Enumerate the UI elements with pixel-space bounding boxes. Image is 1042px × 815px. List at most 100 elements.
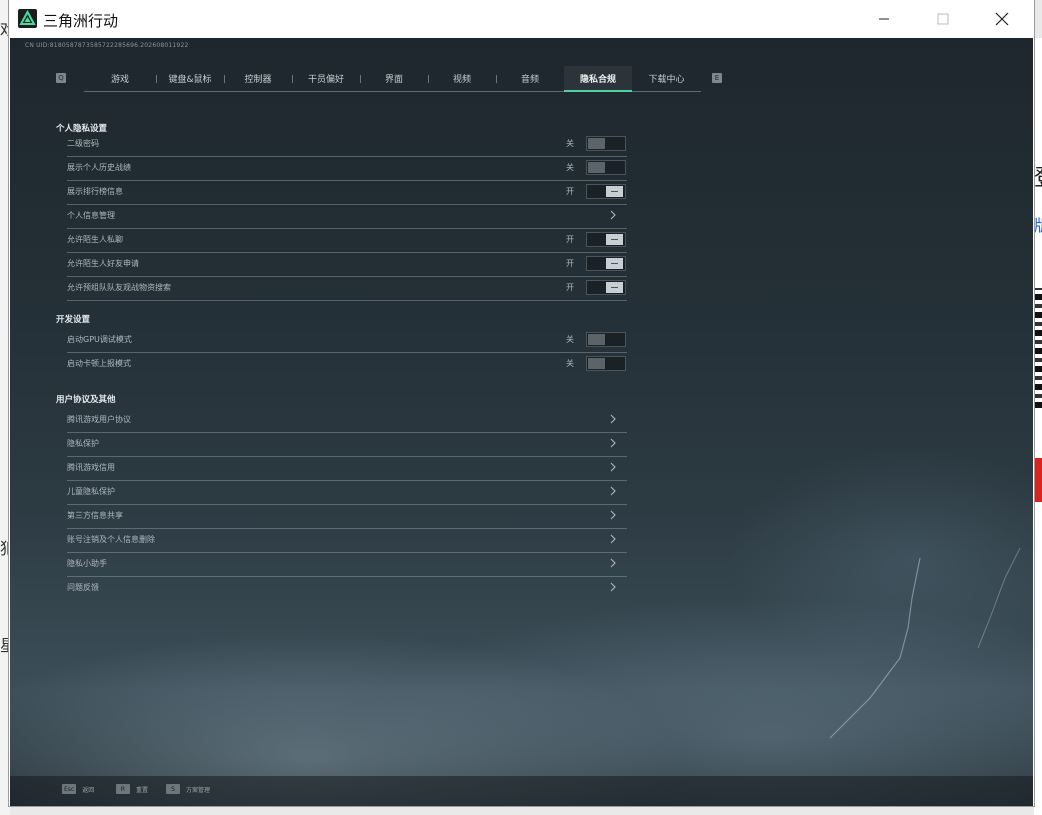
- setting-label: 展示排行榜信息: [67, 187, 123, 196]
- chevron-right-icon: [610, 462, 616, 472]
- hint-back[interactable]: Esc 返回: [62, 784, 94, 794]
- setting-label: 隐私小助手: [67, 559, 107, 568]
- setting-row-show-leaderboard[interactable]: 展示排行榜信息 开: [67, 181, 627, 205]
- hint-label: 方案管理: [186, 786, 211, 794]
- player-uid: CN UID:8180587873585722285696.2026080119…: [25, 42, 189, 49]
- chevron-right-icon: [610, 558, 616, 568]
- setting-label: 个人信息管理: [67, 211, 115, 220]
- title-bar[interactable]: 三角洲行动: [9, 0, 1034, 38]
- hint-scheme-management[interactable]: S 方案管理: [166, 784, 210, 794]
- section-title-developer: 开发设置: [56, 315, 91, 325]
- setting-label: 问题反馈: [67, 583, 99, 592]
- hint-reset[interactable]: R 重置: [116, 784, 148, 794]
- close-icon: [995, 12, 1009, 26]
- tab-next-key[interactable]: E: [712, 73, 722, 83]
- setting-state: 开: [566, 187, 574, 196]
- tab-video[interactable]: 视频: [428, 66, 496, 91]
- link-row-user-agreement[interactable]: 腾讯游戏用户协议: [67, 409, 627, 433]
- chevron-right-icon: [610, 510, 616, 520]
- setting-row-secondary-password[interactable]: 二级密码 关: [67, 133, 627, 157]
- toggle-switch[interactable]: [586, 184, 626, 199]
- tab-game[interactable]: 游戏: [84, 66, 156, 91]
- setting-row-show-match-history[interactable]: 展示个人历史战绩 关: [67, 157, 627, 181]
- toggle-switch[interactable]: [586, 280, 626, 295]
- setting-state: 开: [566, 259, 574, 268]
- minimize-button[interactable]: [861, 0, 907, 38]
- toggle-knob: [606, 282, 623, 293]
- setting-state: 开: [566, 235, 574, 244]
- hint-label: 重置: [136, 786, 149, 794]
- toggle-knob: [588, 162, 605, 173]
- tab-prev-key[interactable]: Q: [56, 73, 66, 83]
- setting-label: 启动GPU调试模式: [67, 335, 132, 344]
- link-row-child-privacy[interactable]: 儿童隐私保护: [67, 481, 627, 505]
- toggle-switch[interactable]: [586, 136, 626, 151]
- setting-label: 第三方信息共享: [67, 511, 123, 520]
- setting-label: 账号注销及个人信息删除: [67, 535, 155, 544]
- toggle-knob: [606, 258, 623, 269]
- toggle-switch[interactable]: [586, 160, 626, 175]
- link-row-account-deletion[interactable]: 账号注销及个人信息删除: [67, 529, 627, 553]
- link-row-game-credit[interactable]: 腾讯游戏信用: [67, 457, 627, 481]
- window-title: 三角洲行动: [43, 12, 119, 30]
- hint-key: S: [166, 784, 180, 794]
- background-lightning-art: [829, 547, 1021, 739]
- setting-row-stranger-private-chat[interactable]: 允许陌生人私聊 开: [67, 229, 627, 253]
- setting-state: 关: [566, 359, 574, 368]
- close-button[interactable]: [979, 0, 1025, 38]
- link-row-third-party-sharing[interactable]: 第三方信息共享: [67, 505, 627, 529]
- setting-state: 开: [566, 283, 574, 292]
- toggle-switch[interactable]: [586, 356, 626, 371]
- tab-operator-preferences[interactable]: 干员偏好: [292, 66, 360, 91]
- tab-keyboard-mouse[interactable]: 键盘&鼠标: [156, 66, 224, 91]
- toggle-switch[interactable]: [586, 332, 626, 347]
- setting-state: 关: [566, 139, 574, 148]
- toggle-knob: [588, 138, 605, 149]
- bottom-hint-bar: Esc 返回 R 重置 S 方案管理: [10, 776, 1033, 806]
- chevron-right-icon: [610, 486, 616, 496]
- link-row-privacy-protection[interactable]: 隐私保护: [67, 433, 627, 457]
- tab-controller[interactable]: 控制器: [224, 66, 292, 91]
- chevron-right-icon: [610, 534, 616, 544]
- section-title-agreements: 用户协议及其他: [56, 395, 116, 405]
- background-qr-code: [1034, 288, 1042, 408]
- background-red-block: [1034, 458, 1042, 502]
- setting-row-personal-info-management[interactable]: 个人信息管理: [67, 205, 627, 229]
- hint-label: 返回: [82, 786, 95, 794]
- link-row-feedback[interactable]: 问题反馈: [67, 577, 627, 600]
- toggle-knob: [588, 334, 605, 345]
- setting-label: 展示个人历史战绩: [67, 163, 131, 172]
- background-link-glyph: 版: [1034, 212, 1042, 236]
- setting-row-teammate-spectate-search[interactable]: 允许预组队队友观战物资搜索 开: [67, 277, 627, 301]
- settings-panel: CN UID:8180587873585722285696.2026080119…: [10, 38, 1033, 806]
- link-row-privacy-assistant[interactable]: 隐私小助手: [67, 553, 627, 577]
- background-glyph: 登: [1034, 160, 1042, 192]
- tab-audio[interactable]: 音频: [496, 66, 564, 91]
- toggle-switch[interactable]: [586, 256, 626, 271]
- toggle-switch[interactable]: [586, 232, 626, 247]
- minimize-icon: [879, 18, 889, 20]
- background-right-strip: [1034, 38, 1042, 815]
- setting-row-stranger-friend-request[interactable]: 允许陌生人好友申请 开: [67, 253, 627, 277]
- toggle-knob: [588, 358, 605, 369]
- tab-download-center[interactable]: 下载中心: [632, 66, 701, 91]
- toggle-knob: [606, 234, 623, 245]
- chevron-right-icon: [610, 438, 616, 448]
- setting-row-gpu-debug-mode[interactable]: 启动GPU调试模式 关: [67, 329, 627, 353]
- setting-state: 关: [566, 335, 574, 344]
- maximize-button[interactable]: [920, 0, 966, 38]
- setting-label: 隐私保护: [67, 439, 99, 448]
- setting-row-stutter-report-mode[interactable]: 启动卡顿上报模式 关: [67, 353, 627, 376]
- tab-privacy-compliance[interactable]: 隐私合规: [564, 66, 632, 92]
- hint-key: R: [116, 784, 130, 794]
- setting-label: 儿童隐私保护: [67, 487, 115, 496]
- chevron-right-icon: [610, 582, 616, 592]
- setting-label: 腾讯游戏信用: [67, 463, 115, 472]
- tab-interface[interactable]: 界面: [360, 66, 428, 91]
- maximize-icon: [937, 13, 949, 25]
- setting-label: 启动卡顿上报模式: [67, 359, 131, 368]
- setting-label: 允许陌生人好友申请: [67, 259, 139, 268]
- hint-key: Esc: [62, 784, 77, 794]
- setting-label: 二级密码: [67, 139, 99, 148]
- setting-label: 允许预组队队友观战物资搜索: [67, 283, 171, 292]
